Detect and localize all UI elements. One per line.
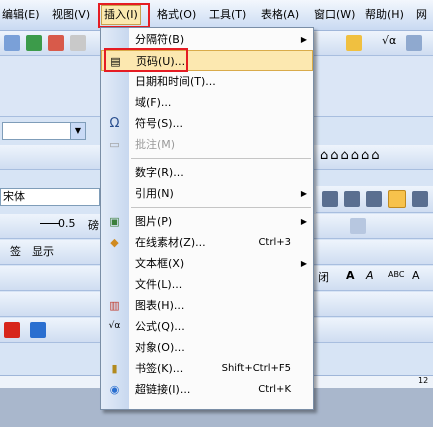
menu-item-chart[interactable]: ▥ 图表(H)... <box>101 295 313 316</box>
menu-table[interactable]: 表格(A) <box>261 6 299 24</box>
shape-icons[interactable]: ⌂⌂⌂⌂⌂⌂ <box>320 148 382 163</box>
align-center-icon[interactable] <box>344 191 360 207</box>
font-a-small-icon[interactable]: A <box>412 269 420 282</box>
submenu-arrow-icon: ▶ <box>300 189 307 198</box>
submenu-arrow-icon: ▶ <box>300 217 307 226</box>
chart-icon: ▥ <box>109 299 120 312</box>
font-a-italic-icon[interactable]: A <box>366 269 374 282</box>
comment-icon: ▭ <box>109 138 120 151</box>
menu-item-textbox[interactable]: 文本框(X) ▶ <box>101 253 313 274</box>
menu-item-hyperlink[interactable]: ◉ 超链接(I)... Ctrl+K <box>101 379 313 400</box>
menu-item-date-time[interactable]: 日期和时间(T)... <box>101 71 313 92</box>
formula-icon: √α <box>108 321 121 331</box>
bookmark-icon: ▮ <box>111 362 118 375</box>
font-name-value: 宋体 <box>3 190 25 203</box>
distribute-icon[interactable] <box>412 191 428 207</box>
font-a-icon[interactable]: A <box>346 269 355 282</box>
menu-window[interactable]: 窗口(W) <box>314 6 355 24</box>
style-combo[interactable]: ▼ <box>2 122 86 140</box>
menu-item-bookmark[interactable]: ▮ 书签(K)... Shift+Ctrl+F5 <box>101 358 313 379</box>
abc-icon[interactable]: ABC <box>388 270 404 279</box>
table-borders-icon[interactable] <box>350 218 366 234</box>
close-icon[interactable] <box>4 322 20 338</box>
menu-item-break[interactable]: 分隔符(B) ▶ <box>101 29 313 50</box>
toolbar-text: 签 <box>10 245 21 258</box>
justify-icon[interactable] <box>388 190 406 208</box>
menu-item-formula[interactable]: √α 公式(Q)... <box>101 316 313 337</box>
menu-item-number[interactable]: 数字(R)... <box>101 162 313 183</box>
toolbar-icon[interactable] <box>26 35 42 51</box>
close-button[interactable]: 闭 <box>318 269 329 285</box>
insert-menu-highlight-box <box>98 3 150 28</box>
page-number-highlight-box <box>104 48 188 72</box>
menu-item-picture[interactable]: ▣ 图片(P) ▶ <box>101 211 313 232</box>
formula-toolbar-icon[interactable]: √α <box>382 34 396 47</box>
add-icon[interactable] <box>30 322 46 338</box>
menu-item-object[interactable]: 对象(O)... <box>101 337 313 358</box>
menu-item-reference[interactable]: 引用(N) ▶ <box>101 183 313 204</box>
toolbar-icon[interactable] <box>70 35 86 51</box>
line-style-icon[interactable] <box>40 223 60 224</box>
submenu-arrow-icon: ▶ <box>300 35 307 44</box>
online-material-icon: ◆ <box>110 236 119 249</box>
menu-item-online-material[interactable]: ◆ 在线素材(Z)... Ctrl+3 <box>101 232 313 253</box>
align-left-icon[interactable] <box>322 191 338 207</box>
toolbar-icon[interactable] <box>4 35 20 51</box>
font-name-combo[interactable]: 宋体 <box>0 188 100 206</box>
chevron-down-icon: ▼ <box>70 123 85 139</box>
insert-dropdown-menu: 分隔符(B) ▶ ▤ 页码(U)... 日期和时间(T)... 域(F)... … <box>100 27 314 410</box>
line-unit-label: 磅 <box>88 219 99 232</box>
alignment-toolbar <box>316 186 433 213</box>
display-button[interactable]: 显示 <box>32 243 54 259</box>
menu-net[interactable]: 网 <box>416 6 427 24</box>
menu-item-file[interactable]: 文件(L)... <box>101 274 313 295</box>
menu-edit[interactable]: 编辑(E) <box>2 6 40 24</box>
menu-format[interactable]: 格式(O) <box>157 6 196 24</box>
toolbar-icon[interactable] <box>406 35 422 51</box>
menu-separator <box>131 207 311 208</box>
toolbar-icon[interactable] <box>48 35 64 51</box>
menu-item-comment[interactable]: ▭ 批注(M) <box>101 134 313 155</box>
menu-tools[interactable]: 工具(T) <box>209 6 246 24</box>
menu-view[interactable]: 视图(V) <box>52 6 90 24</box>
menu-separator <box>131 158 311 159</box>
submenu-arrow-icon: ▶ <box>300 259 307 268</box>
table-icon[interactable] <box>346 35 362 51</box>
align-right-icon[interactable] <box>366 191 382 207</box>
ruler-number: 12 <box>418 376 429 385</box>
menu-item-field[interactable]: 域(F)... <box>101 92 313 113</box>
hyperlink-icon: ◉ <box>109 383 120 396</box>
menu-item-symbol[interactable]: Ω 符号(S)... <box>101 113 313 134</box>
picture-icon: ▣ <box>109 215 120 228</box>
omega-icon: Ω <box>109 116 120 131</box>
menu-help[interactable]: 帮助(H) <box>365 6 404 24</box>
line-width-value[interactable]: 0.5 <box>58 217 76 230</box>
